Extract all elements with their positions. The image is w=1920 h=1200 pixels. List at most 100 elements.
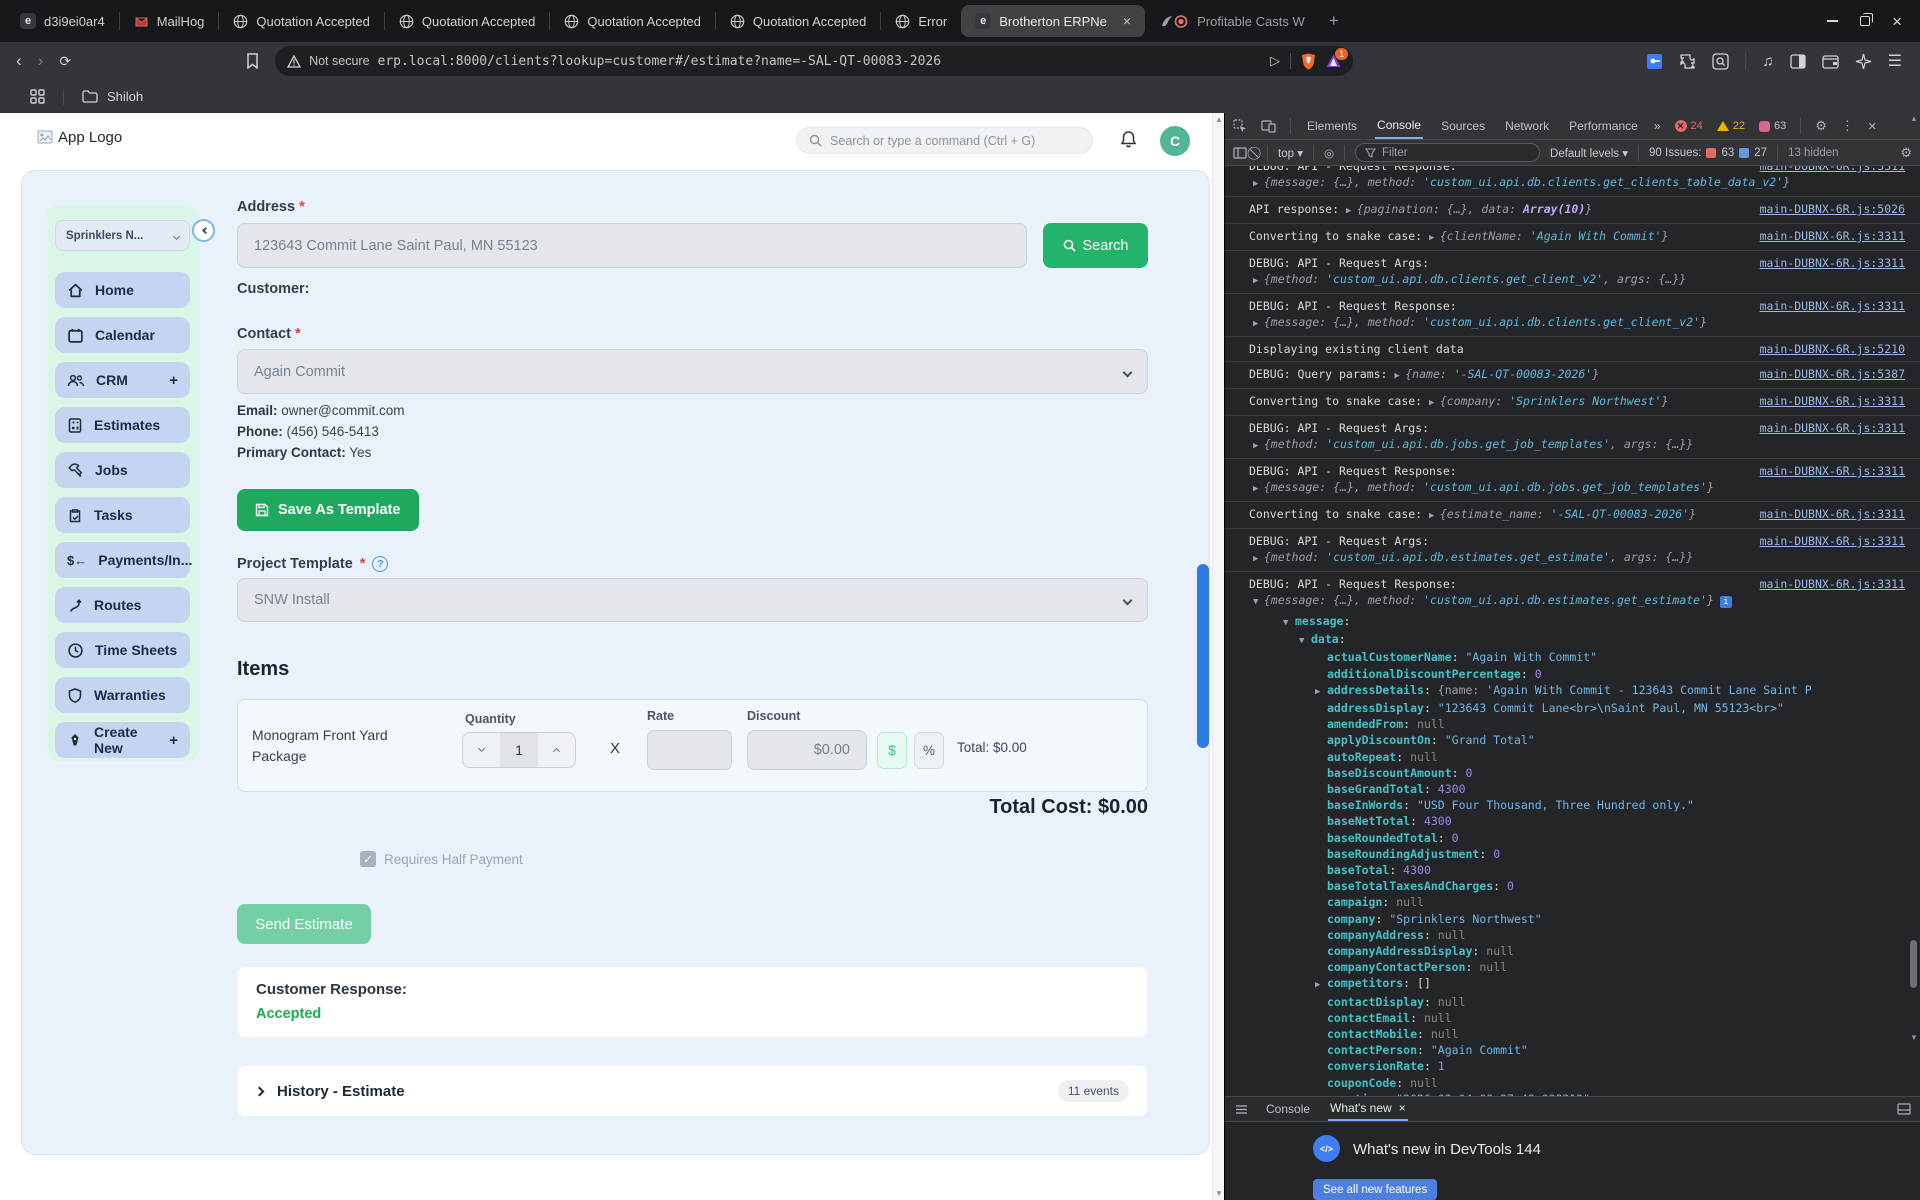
notification-bell-icon[interactable] bbox=[1120, 130, 1137, 149]
sidebar-item-warranties[interactable]: Warranties bbox=[55, 677, 190, 713]
brave-shield-icon[interactable] bbox=[1301, 53, 1316, 70]
tree-property[interactable]: baseInWords: "USD Four Thousand, Three H… bbox=[1283, 797, 1811, 813]
tree-property[interactable]: applyDiscountOn: "Grand Total" bbox=[1283, 732, 1811, 748]
discount-percent-toggle[interactable]: % bbox=[914, 732, 944, 769]
leo-ai-sparkle-icon[interactable] bbox=[1855, 53, 1872, 70]
tree-property[interactable]: addressDisplay: "123643 Commit Lane<br>\… bbox=[1283, 700, 1811, 716]
sidebar-item-crm[interactable]: CRM + bbox=[55, 362, 190, 398]
tree-property[interactable]: companyContactPerson: null bbox=[1283, 959, 1811, 975]
tree-property[interactable]: baseRoundedTotal: 0 bbox=[1283, 830, 1811, 846]
tree-property[interactable]: couponCode: null bbox=[1283, 1075, 1811, 1091]
apps-grid-icon[interactable] bbox=[30, 89, 45, 104]
levels-dropdown[interactable]: Default levels ▾ bbox=[1550, 146, 1628, 160]
devtools-settings-gear-icon[interactable]: ⚙ bbox=[1815, 118, 1827, 134]
send-tab-icon[interactable]: ▷ bbox=[1270, 53, 1280, 69]
global-search-input[interactable]: Search or type a command (Ctrl + G) bbox=[796, 127, 1093, 154]
discount-dollar-toggle[interactable]: $ bbox=[877, 732, 907, 769]
console-filter-input[interactable]: Filter bbox=[1355, 143, 1541, 162]
devtools-close-icon[interactable]: × bbox=[1868, 118, 1877, 135]
devtools-tab-elements[interactable]: Elements bbox=[1305, 114, 1359, 138]
console-entry[interactable]: DEBUG: API - Request Response: ▼ {message… bbox=[1225, 572, 1920, 1096]
help-icon[interactable]: ? bbox=[372, 556, 389, 572]
warning-count-badge[interactable]: 22 bbox=[1716, 120, 1745, 132]
console-entry[interactable]: DEBUG: API - Request Response: ▶ {message… bbox=[1225, 459, 1920, 502]
browser-tab[interactable]: e Brotherton ERPNe × bbox=[961, 5, 1146, 37]
forward-button[interactable]: › bbox=[38, 51, 44, 71]
contact-select[interactable]: Again Commit bbox=[237, 349, 1148, 394]
tree-property[interactable]: ▶ competitors: [] bbox=[1283, 975, 1811, 993]
address-input[interactable]: 123643 Commit Lane Saint Paul, MN 55123 bbox=[237, 223, 1027, 268]
drawer-menu-icon[interactable] bbox=[1235, 1104, 1248, 1115]
browser-tab[interactable]: Quotation Accepted bbox=[716, 4, 880, 38]
console-log-area[interactable]: DEBUG: API - Request Response: ▶ {message… bbox=[1225, 166, 1920, 1096]
source-link[interactable]: main-DUBNX-6R.js:3311 bbox=[1760, 228, 1905, 244]
quantity-increase-button[interactable] bbox=[538, 733, 575, 767]
sidebar-item-time-sheets[interactable]: Time Sheets bbox=[55, 632, 190, 668]
source-link[interactable]: main-DUBNX-6R.js:5387 bbox=[1760, 366, 1905, 382]
company-select[interactable]: Sprinklers N... bbox=[55, 220, 190, 251]
device-toolbar-icon[interactable] bbox=[1261, 119, 1276, 133]
tree-property[interactable]: companyAddressDisplay: null bbox=[1283, 943, 1811, 959]
source-link[interactable]: main-DUBNX-6R.js:3311 bbox=[1760, 420, 1905, 436]
quantity-value[interactable]: 1 bbox=[500, 733, 538, 767]
console-entry[interactable]: DEBUG: Query params: ▶ {name: '-SAL-QT-0… bbox=[1225, 362, 1920, 389]
tree-property[interactable]: campaign: null bbox=[1283, 894, 1811, 910]
browser-tab[interactable]: Error bbox=[881, 4, 961, 38]
history-accordion[interactable]: History - Estimate 11 events bbox=[237, 1065, 1148, 1117]
search-tabs-icon[interactable] bbox=[1712, 52, 1730, 70]
quantity-decrease-button[interactable] bbox=[463, 733, 500, 767]
more-tabs-chevron[interactable]: » bbox=[1654, 119, 1661, 133]
plus-icon[interactable]: + bbox=[169, 732, 178, 749]
console-entry[interactable]: Converting to snake case: ▶ {estimate_na… bbox=[1225, 502, 1920, 529]
tree-property[interactable]: baseDiscountAmount: 0 bbox=[1283, 765, 1811, 781]
tree-property[interactable]: contactEmail: null bbox=[1283, 1010, 1811, 1026]
console-entry[interactable]: Converting to snake case: ▶ {clientName:… bbox=[1225, 224, 1920, 251]
tree-property[interactable]: ▼ message: bbox=[1283, 613, 1811, 631]
sidebar-item-calendar[interactable]: Calendar bbox=[55, 317, 190, 353]
browser-tab[interactable]: Quotation Accepted bbox=[550, 4, 714, 38]
tree-property[interactable]: company: "Sprinklers Northwest" bbox=[1283, 911, 1811, 927]
drawer-tab-what-s-new[interactable]: What's new × bbox=[1328, 1097, 1408, 1121]
context-selector[interactable]: top ▾ bbox=[1278, 146, 1303, 160]
address-bar[interactable]: Not secure erp.local:8000/clients?lookup… bbox=[275, 46, 1354, 76]
tree-property[interactable]: conversionRate: 1 bbox=[1283, 1058, 1811, 1074]
issues-counter[interactable]: 90 Issues: 63 27 bbox=[1649, 147, 1767, 159]
sidebar-toggle-icon[interactable] bbox=[1790, 53, 1806, 69]
new-tab-button[interactable]: + bbox=[1319, 4, 1349, 38]
page-scrollbar[interactable]: ▲ ▼ bbox=[1212, 113, 1224, 1200]
dock-side-icon[interactable] bbox=[1897, 1103, 1911, 1115]
console-entry[interactable]: DEBUG: API - Request Response: ▶ {message… bbox=[1225, 166, 1920, 197]
tree-property[interactable]: actualCustomerName: "Again With Commit" bbox=[1283, 649, 1811, 665]
info-icon[interactable]: i bbox=[1719, 596, 1732, 608]
tree-property[interactable]: companyAddress: null bbox=[1283, 927, 1811, 943]
discount-input[interactable]: $0.00 bbox=[747, 730, 867, 770]
sidebar-item-home[interactable]: Home bbox=[55, 272, 190, 308]
minimize-button[interactable] bbox=[1827, 20, 1839, 22]
project-template-select[interactable]: SNW Install bbox=[237, 578, 1148, 622]
url-text[interactable]: erp.local:8000/clients?lookup=customer#/… bbox=[378, 54, 942, 69]
bookmark-folder-shiloh[interactable]: Shiloh bbox=[107, 89, 143, 104]
tree-property[interactable]: additionalDiscountPercentage: 0 bbox=[1283, 666, 1811, 682]
drawer-tab-console[interactable]: Console bbox=[1264, 1098, 1312, 1120]
console-entry[interactable]: API response: ▶ {pagination: {…}, data: … bbox=[1225, 197, 1920, 224]
save-as-template-button[interactable]: Save As Template bbox=[237, 489, 419, 531]
source-link[interactable]: main-DUBNX-6R.js:3311 bbox=[1760, 576, 1905, 592]
devtools-tab-network[interactable]: Network bbox=[1503, 114, 1551, 138]
reload-button[interactable]: ⟳ bbox=[59, 53, 71, 70]
sidebar-item-jobs[interactable]: Jobs bbox=[55, 452, 190, 488]
rate-input[interactable] bbox=[647, 730, 732, 770]
console-entry[interactable]: DEBUG: API - Request Args: ▶ {method: 'cu… bbox=[1225, 529, 1920, 572]
sidebar-collapse-button[interactable] bbox=[192, 219, 215, 242]
source-link[interactable]: main-DUBNX-6R.js:3311 bbox=[1760, 533, 1905, 549]
browser-tab[interactable]: MailHog bbox=[120, 4, 219, 38]
drawer-tab-close-icon[interactable]: × bbox=[1399, 1101, 1406, 1115]
object-tree[interactable]: ▼ message: ▼ data: actualCustomerName: "Ag… bbox=[1283, 613, 1811, 1096]
tree-property[interactable]: baseTotal: 4300 bbox=[1283, 862, 1811, 878]
tree-property[interactable]: ▶ addressDetails: {name: 'Again With Comm… bbox=[1283, 682, 1811, 700]
source-link[interactable]: main-DUBNX-6R.js:3311 bbox=[1760, 298, 1905, 314]
tree-property[interactable]: contactPerson: "Again Commit" bbox=[1283, 1042, 1811, 1058]
devtools-tab-sources[interactable]: Sources bbox=[1439, 114, 1487, 138]
console-entry[interactable]: Converting to snake case: ▶ {company: 'S… bbox=[1225, 389, 1920, 416]
console-entry[interactable]: DEBUG: API - Request Args: ▶ {method: 'cu… bbox=[1225, 416, 1920, 459]
media-icon[interactable]: ♫ bbox=[1762, 53, 1773, 70]
